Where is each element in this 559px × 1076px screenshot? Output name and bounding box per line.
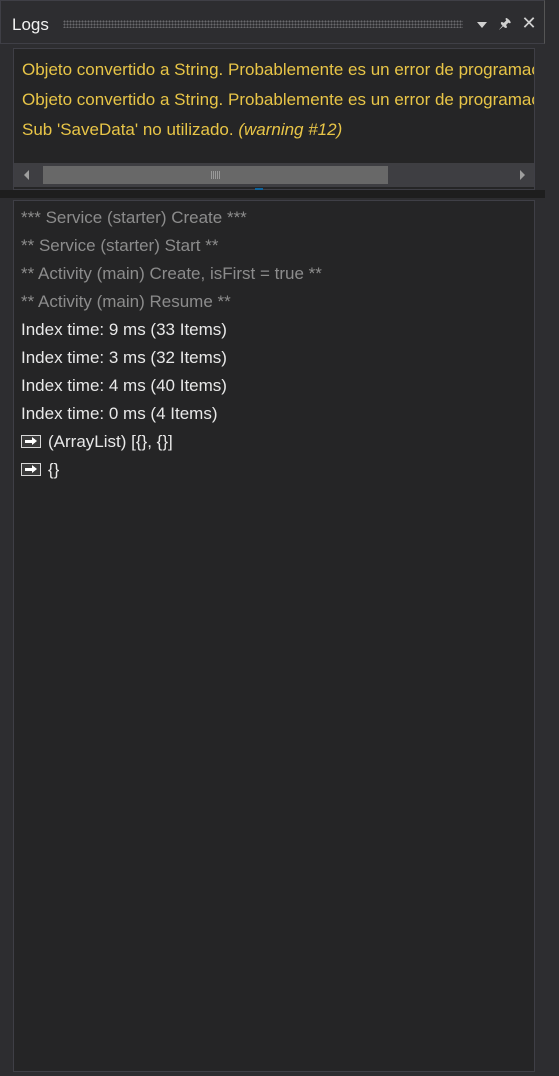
warning-line[interactable]: Sub 'SaveData' no utilizado. (warning #1… <box>22 119 342 141</box>
error-line[interactable]: Objeto convertido a String. Probablement… <box>22 89 535 111</box>
log-line-text: {} <box>48 460 60 479</box>
scroll-right-icon[interactable] <box>510 163 534 187</box>
chevron-down-icon[interactable] <box>474 13 490 33</box>
panel-title: Logs <box>12 15 49 34</box>
log-line: ** Activity (main) Create, isFirst = tru… <box>21 264 322 283</box>
warning-text: Sub 'SaveData' no utilizado. <box>22 120 234 139</box>
log-line[interactable]: {} <box>21 459 59 481</box>
pin-icon[interactable]: 🖈 <box>497 13 513 33</box>
log-line: Index time: 0 ms (4 Items) <box>21 404 218 423</box>
log-line: *** Service (starter) Create *** <box>21 208 247 227</box>
panel-titlebar[interactable]: Logs 🖈 ✕ <box>0 0 545 44</box>
pane-splitter[interactable] <box>0 190 545 198</box>
log-line: ** Activity (main) Resume ** <box>21 292 231 311</box>
panel-right-edge <box>545 0 559 1076</box>
error-line[interactable]: Objeto convertido a String. Probablement… <box>22 59 535 81</box>
error-text: Objeto convertido a String. Probablement… <box>22 90 535 109</box>
log-line[interactable]: (ArrayList) [{}, {}] <box>21 431 173 453</box>
log-line: Index time: 4 ms (40 Items) <box>21 376 227 395</box>
warning-tag: (warning #12) <box>238 120 343 139</box>
errors-pane[interactable]: Objeto convertido a String. Probablement… <box>13 48 535 190</box>
scroll-left-icon[interactable] <box>14 163 38 187</box>
error-text: Objeto convertido a String. Probablement… <box>22 60 535 79</box>
log-line: Index time: 3 ms (32 Items) <box>21 348 227 367</box>
log-line: ** Service (starter) Start ** <box>21 236 219 255</box>
arrow-right-box-icon[interactable] <box>21 435 41 448</box>
splitter-indicator <box>255 188 263 190</box>
close-icon[interactable]: ✕ <box>521 13 537 33</box>
horizontal-scrollbar[interactable] <box>14 163 534 187</box>
log-line: Index time: 9 ms (33 Items) <box>21 320 227 339</box>
drag-grip[interactable] <box>63 20 463 28</box>
scrollbar-thumb[interactable] <box>43 166 388 184</box>
log-line-text: (ArrayList) [{}, {}] <box>48 432 173 451</box>
arrow-right-box-icon[interactable] <box>21 463 41 476</box>
logs-panel: Logs 🖈 ✕ Objeto convertido a String. Pro… <box>0 0 559 1076</box>
log-pane[interactable]: *** Service (starter) Create *** ** Serv… <box>13 200 535 1072</box>
